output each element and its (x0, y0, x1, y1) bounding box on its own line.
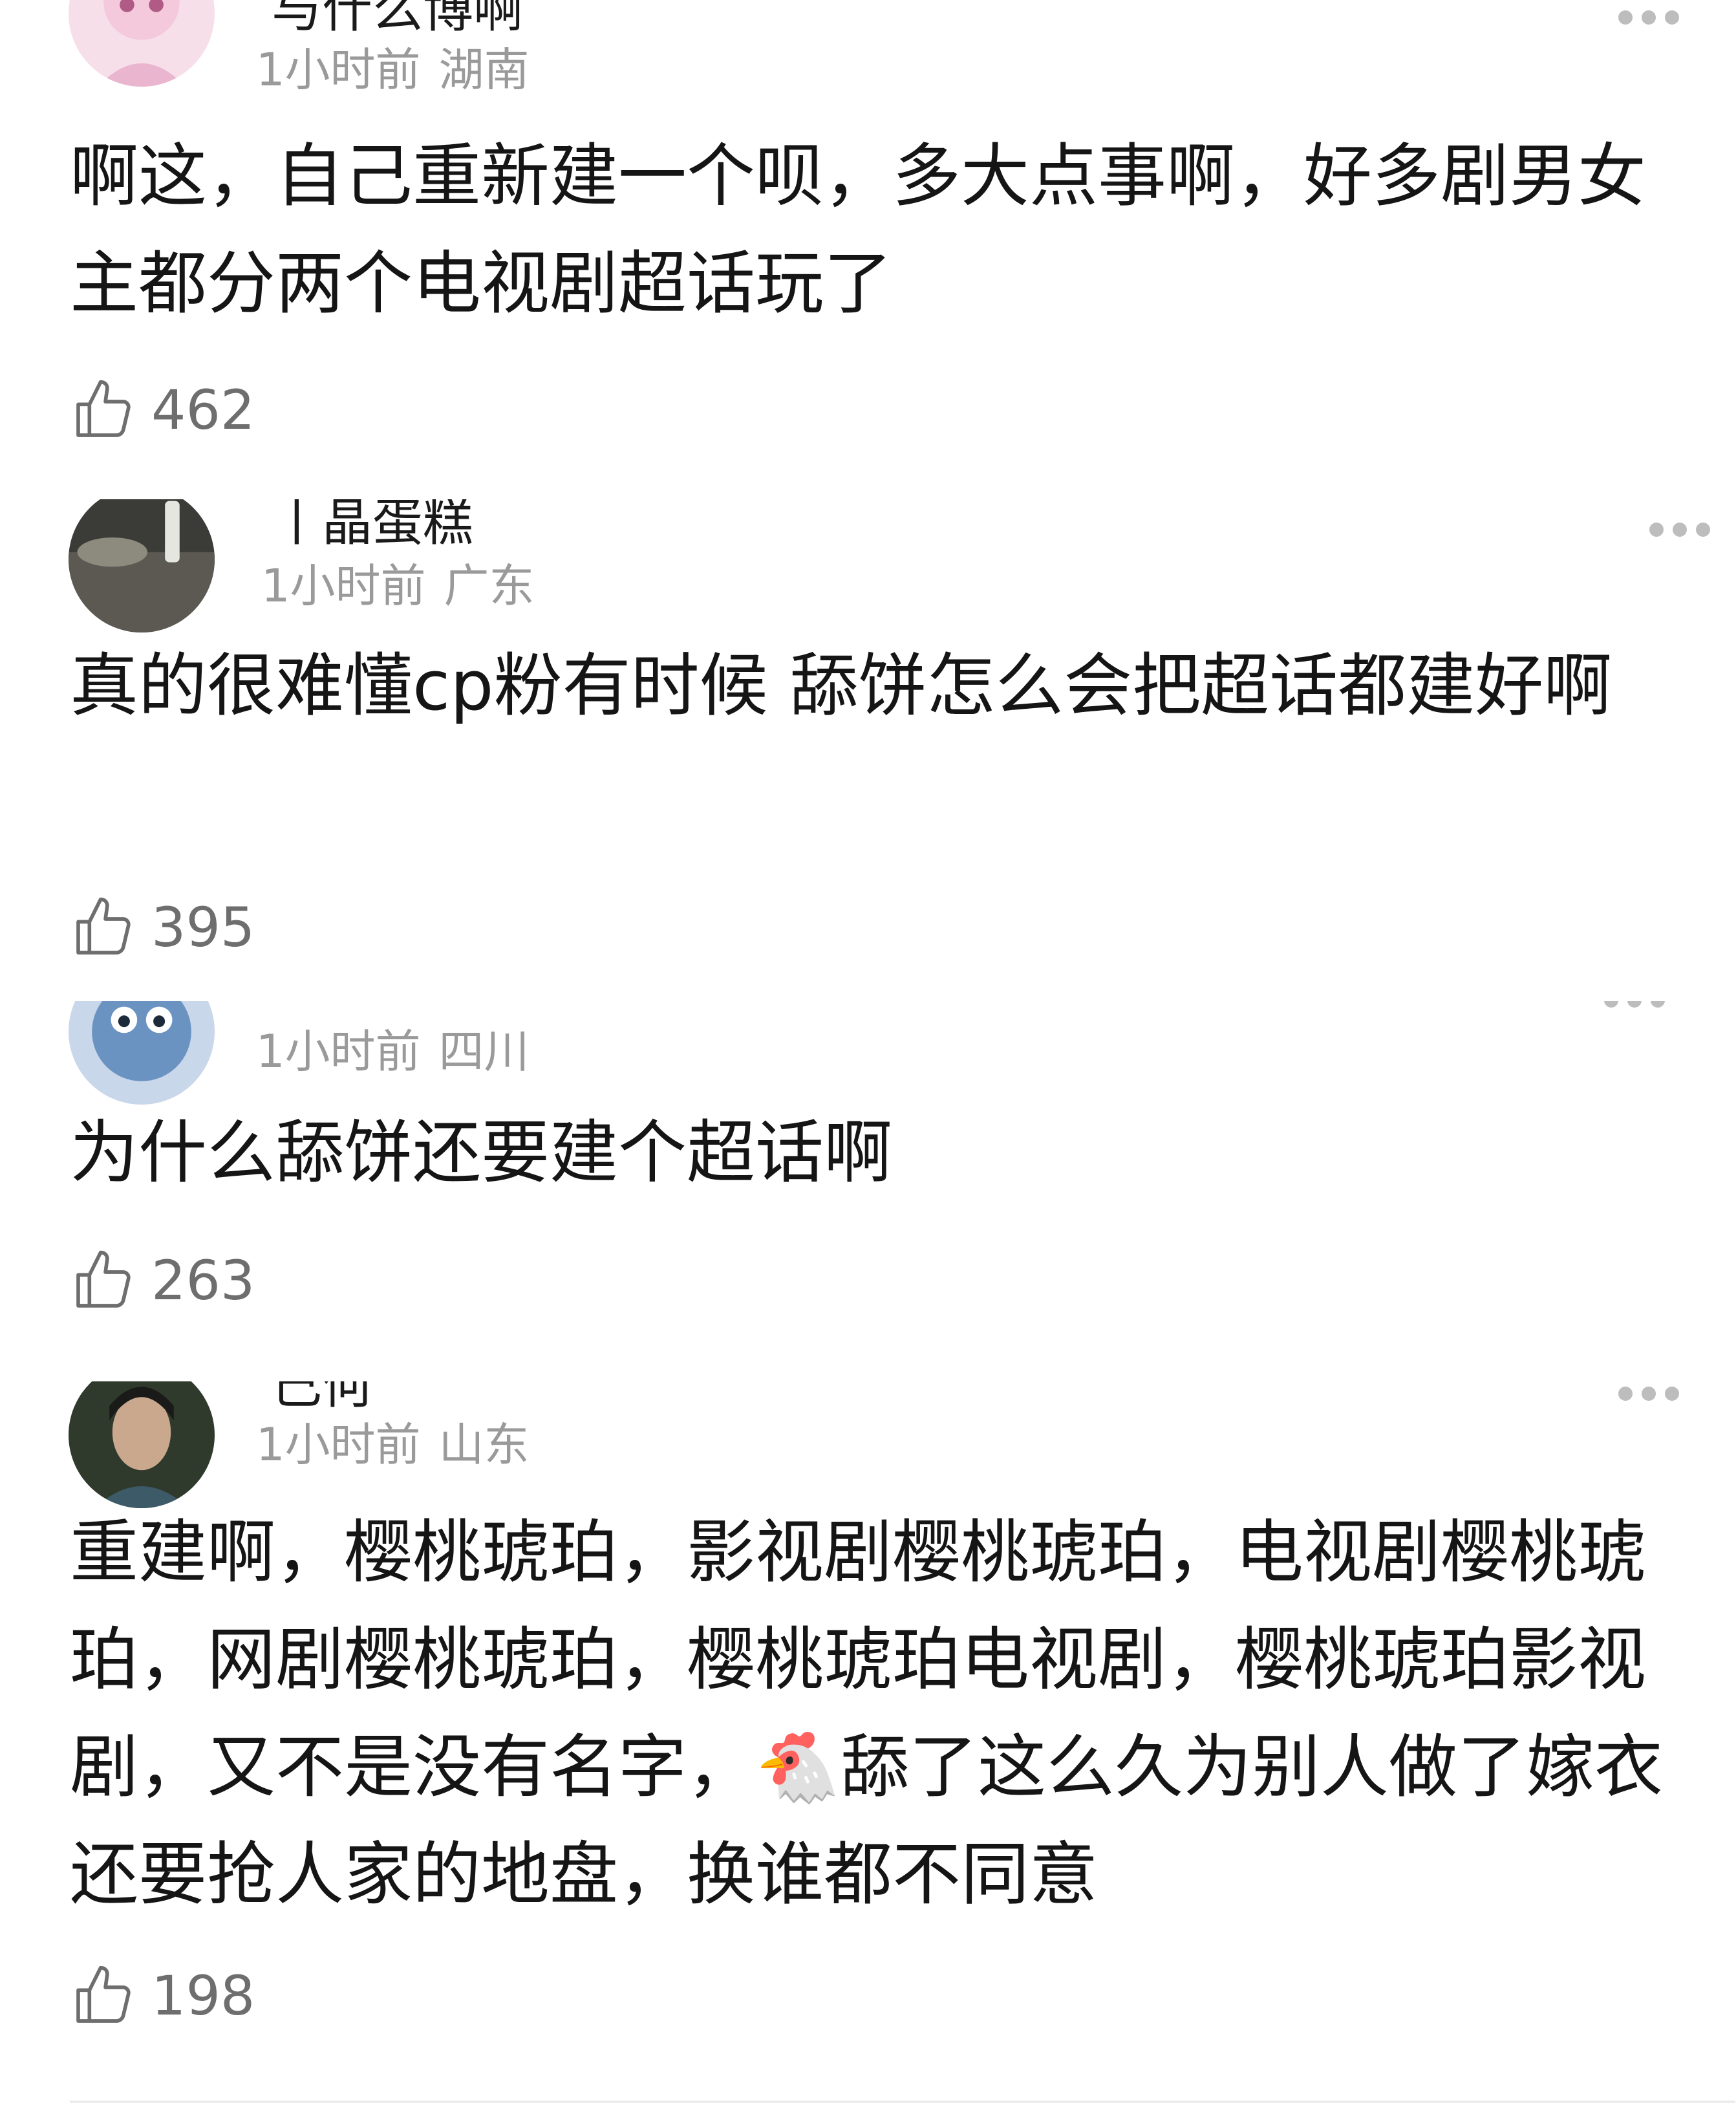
avatar[interactable] (69, 0, 215, 87)
comment-time: 1小时前 (256, 1418, 421, 1471)
avatar[interactable] (69, 1001, 215, 1105)
comment-meta: 1小时前 广东 (261, 550, 535, 615)
more-dots-icon (1618, 10, 1633, 25)
thumbs-up-icon (76, 1250, 131, 1308)
like-button[interactable]: 198 (70, 1962, 255, 2029)
username[interactable]: 丨晶蛋糕 (272, 499, 473, 555)
comment-time: 1小时前 (256, 1025, 421, 1078)
more-options-button[interactable] (1649, 523, 1710, 537)
like-button[interactable]: 462 (70, 376, 255, 444)
avatar[interactable] (69, 1381, 215, 1508)
comment-text: 为什么舔饼还要建个超话啊 (70, 1113, 892, 1193)
comment-card: 与什么博啊 1小时前 湖南 啊这，自己重新建一个呗，多大点事啊，好多剧男女主都分两… (0, 0, 1736, 479)
more-options-button[interactable] (1618, 1387, 1679, 1401)
comment-card: 己何 1小时前 山东 重建啊，樱桃琥珀，影视剧樱桃琥珀，电视剧樱桃琥珀，网剧樱桃琥… (0, 1381, 1736, 2107)
comment-meta: 1小时前 山东 (256, 1409, 530, 1474)
more-dots-icon (1604, 1001, 1618, 1008)
comment-text: 啊这，自己重新建一个呗，多大点事啊，好多剧男女主都分两个电视剧超话玩了 (70, 136, 1646, 323)
more-options-button[interactable] (1604, 1001, 1665, 1008)
comment-meta: 1小时前 四川 (256, 1015, 530, 1081)
avatar-image (69, 499, 215, 632)
more-dots-icon (1649, 523, 1664, 537)
avatar-image (69, 0, 215, 87)
comment-meta: 1小时前 湖南 (256, 34, 530, 99)
comment-text: 真的很难懂cp粉有时候 舔饼怎么会把超话都建好啊 (70, 646, 1613, 726)
comment-location: 山东 (438, 1418, 530, 1471)
bottom-divider (70, 2101, 1735, 2103)
comment-time: 1小时前 (261, 559, 426, 612)
avatar[interactable] (69, 499, 215, 632)
like-button[interactable]: 263 (70, 1247, 255, 1314)
comment-location: 广东 (444, 559, 535, 612)
like-count: 198 (151, 1964, 255, 2027)
comment-card: 1小时前 四川 为什么舔饼还要建个超话啊 263 (0, 1001, 1736, 1363)
like-count: 462 (151, 378, 255, 442)
thumbs-up-icon (76, 897, 131, 955)
comment-location: 四川 (438, 1025, 530, 1078)
avatar-image (69, 1001, 215, 1105)
more-options-button[interactable] (1618, 10, 1679, 25)
avatar-image (69, 1381, 215, 1508)
thumbs-up-icon (76, 1965, 131, 2023)
comment-time: 1小时前 (256, 43, 421, 96)
more-dots-icon (1618, 1387, 1633, 1401)
like-button[interactable]: 395 (70, 894, 255, 961)
thumbs-up-icon (76, 380, 131, 437)
like-count: 263 (151, 1249, 255, 1312)
comment-location: 湖南 (438, 43, 530, 96)
like-count: 395 (151, 896, 255, 959)
comment-card: 丨晶蛋糕 1小时前 广东 真的很难懂cp粉有时候 舔饼怎么会把超话都建好啊 395 (0, 499, 1736, 997)
comment-text: 重建啊，樱桃琥珀，影视剧樱桃琥珀，电视剧樱桃琥珀，网剧樱桃琥珀，樱桃琥珀电视剧，… (70, 1513, 1663, 1914)
